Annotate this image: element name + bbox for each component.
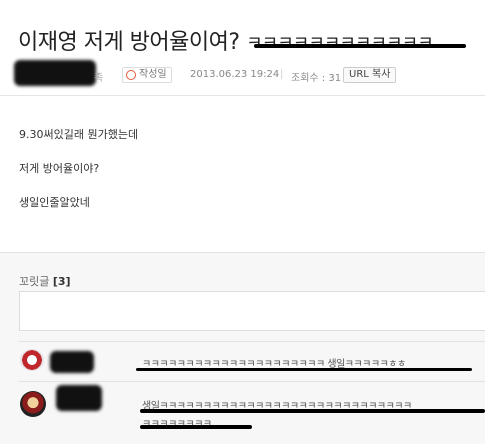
date-badge: 작성일	[122, 67, 172, 83]
comments-header: 꼬릿글 [3]	[19, 273, 71, 289]
url-copy-button[interactable]: URL 복사	[343, 67, 397, 83]
censor-line	[136, 368, 472, 371]
comment-separator	[19, 381, 485, 382]
comment-item: ㅋㅋㅋㅋㅋㅋㅋㅋㅋㅋㅋㅋㅋㅋㅋㅋㅋㅋㅋㅋㅋ 생일ㅋㅋㅋㅋㅋㅎㅎ	[0, 345, 485, 381]
commenter-censored	[56, 385, 102, 411]
post-title: 이재영 저게 방어율이여? ㅋㅋㅋㅋㅋㅋㅋㅋㅋㅋㅋㅋ	[18, 24, 434, 56]
author-censored	[14, 60, 96, 86]
body-line-1: 9.30써있길래 뭔가했는데	[19, 128, 139, 141]
post-meta: 족 작성일 2013.06.23 19:24 | 조회수 : 31 URL 복사	[14, 60, 483, 86]
censor-line	[254, 44, 466, 48]
censor-line	[140, 409, 485, 413]
post-title-row: 이재영 저게 방어율이여? ㅋㅋㅋㅋㅋㅋㅋㅋㅋㅋㅋㅋ	[18, 24, 483, 58]
team-logo-avatar	[20, 349, 44, 371]
comment-input[interactable]	[19, 291, 485, 331]
comment-item: 생일ㅋㅋㅋㅋㅋㅋㅋㅋㅋㅋㅋㅋㅋㅋㅋㅋㅋㅋㅋㅋㅋㅋㅋㅋㅋㅋㅋㅋㅋ ㅋㅋㅋㅋㅋㅋㅋㅋ	[0, 383, 485, 443]
clock-icon	[126, 70, 136, 80]
header-divider	[0, 95, 485, 96]
body-line-3: 생일인줄알았네	[19, 196, 90, 209]
view-count: 조회수 : 31	[291, 73, 342, 84]
censor-line	[140, 425, 252, 429]
commenter-censored	[50, 351, 94, 373]
comment-separator	[19, 341, 485, 342]
author-name-suffix: 족	[94, 73, 104, 84]
comments-count: [3]	[52, 275, 71, 288]
comments-section: 꼬릿글 [3] ㅋㅋㅋㅋㅋㅋㅋㅋㅋㅋㅋㅋㅋㅋㅋㅋㅋㅋㅋㅋㅋ 생일ㅋㅋㅋㅋㅋㅎㅎ …	[0, 252, 485, 444]
team-logo-avatar	[20, 391, 46, 417]
body-line-2: 저게 방어율이야?	[19, 162, 100, 175]
post-title-text: 이재영 저게 방어율이여?	[18, 30, 240, 55]
comments-label: 꼬릿글	[19, 275, 50, 288]
date-label: 작성일	[139, 69, 167, 80]
post-date: 2013.06.23 19:24	[190, 69, 280, 80]
meta-separator: |	[280, 69, 284, 80]
